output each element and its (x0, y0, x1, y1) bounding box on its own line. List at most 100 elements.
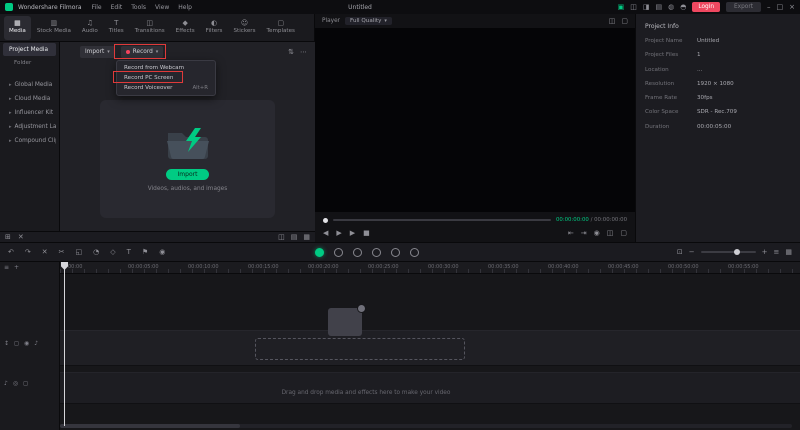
timeline-view-mode-icon[interactable]: ▦ (785, 248, 792, 256)
snapshot-icon[interactable]: ◉ (159, 248, 165, 256)
record-button[interactable]: Record ▾ (120, 46, 164, 58)
tab-transitions[interactable]: ◫ Transitions (130, 16, 170, 40)
new-folder-icon[interactable]: ⊞ (5, 233, 11, 241)
login-button[interactable]: Login (692, 2, 721, 12)
screen-recorder-icon[interactable]: ◨ (643, 3, 650, 11)
video-preview[interactable] (315, 28, 635, 212)
lock-track-icon[interactable]: ◻ (14, 340, 19, 347)
sidebar-item-global-media[interactable]: ▸ Global Media (3, 78, 56, 91)
more-options-icon[interactable]: ⋯ (300, 48, 307, 56)
tab-audio[interactable]: ♫ Audio (77, 16, 103, 40)
display-mode-icon[interactable]: ◫ (609, 17, 616, 25)
mute-audio-icon[interactable]: ♪ (4, 380, 8, 387)
tab-effects[interactable]: ◆ Effects (171, 16, 200, 40)
import-drop-area[interactable]: Import Videos, audios, and images (100, 100, 275, 218)
timeline-marker-icon[interactable] (391, 247, 401, 257)
import-area-button[interactable]: Import (165, 168, 210, 180)
close-button[interactable]: × (789, 3, 795, 11)
marker-icon[interactable]: ⚑ (142, 248, 148, 256)
lock-audio-icon[interactable]: ◻ (23, 380, 28, 387)
text-tool-icon[interactable]: T (127, 248, 131, 256)
tab-stock-media[interactable]: ▥ Stock Media (32, 16, 76, 40)
audio-mixer-icon[interactable] (410, 247, 420, 257)
tab-filters[interactable]: ◐ Filters (201, 16, 228, 40)
tab-media[interactable]: ▦ Media (4, 15, 31, 40)
playhead[interactable] (64, 262, 65, 426)
menu-view[interactable]: View (155, 4, 169, 11)
track-options-icon[interactable]: ≡ (774, 248, 780, 256)
next-frame-button[interactable]: ▶ (350, 230, 355, 237)
magnet-snap-icon[interactable] (334, 247, 344, 257)
fit-timeline-icon[interactable]: ⊡ (677, 248, 683, 256)
list-view-icon[interactable]: ▤ (291, 233, 298, 241)
seek-handle[interactable] (323, 217, 328, 223)
sidebar-item-compound-clip[interactable]: ▸ Compound Clip (3, 134, 56, 147)
track-menu-icon[interactable]: ≡ (4, 264, 9, 271)
keyframe-icon[interactable]: ◇ (110, 248, 115, 256)
sidebar-item-adjustment-layer[interactable]: ▸ Adjustment La... (3, 120, 56, 133)
hide-track-icon[interactable]: ◉ (24, 340, 29, 347)
undo-icon[interactable]: ↶ (8, 248, 14, 256)
auto-ripple-icon[interactable] (353, 247, 363, 257)
maximize-button[interactable]: □ (777, 3, 784, 11)
zoom-in-icon[interactable]: + (762, 248, 768, 256)
minimize-button[interactable]: – (767, 3, 771, 11)
timeline-keyframe-icon[interactable] (372, 247, 382, 257)
mark-in-icon[interactable]: ⇤ (568, 230, 574, 237)
track-height-icon[interactable]: ↕ (4, 340, 9, 347)
zoom-slider[interactable] (700, 249, 756, 255)
timeline-scrollbar-thumb[interactable] (60, 424, 240, 428)
sort-filter-icon[interactable]: ⇅ (288, 48, 294, 56)
add-track-icon[interactable]: + (14, 264, 19, 271)
mute-track-icon[interactable]: ♪ (34, 340, 38, 347)
snapshot-icon[interactable]: ◉ (594, 230, 600, 237)
pip-view-icon[interactable]: ◫ (607, 230, 614, 237)
delete-icon[interactable]: ✕ (18, 233, 24, 241)
tab-templates[interactable]: ▢ Templates (262, 16, 300, 40)
ruler-label: 00:00:25:00 (368, 264, 399, 270)
menu-item-record-from-webcam[interactable]: Record from Webcam (117, 63, 215, 73)
solo-audio-icon[interactable]: ◎ (13, 380, 18, 387)
keyboard-shortcut-icon[interactable]: ▤ (656, 3, 663, 11)
audio-track[interactable] (60, 372, 800, 404)
user-account-icon[interactable]: ◍ (668, 3, 674, 11)
menu-item-record-pc-screen[interactable]: Record PC Screen (117, 73, 215, 83)
import-button[interactable]: Import ▾ (80, 46, 115, 58)
grid-view-icon[interactable]: ▦ (303, 233, 310, 241)
previous-frame-button[interactable]: ◀ (323, 230, 328, 237)
speed-icon[interactable]: ◔ (93, 248, 99, 256)
record-voiceover-button[interactable] (315, 247, 325, 257)
menu-edit[interactable]: Edit (111, 4, 123, 11)
timeline-ruler[interactable]: 00:00 00:00:05:00 00:00:10:00 00:00:15:0… (60, 262, 800, 274)
menu-file[interactable]: File (92, 4, 102, 11)
export-button[interactable]: Export (726, 2, 761, 12)
sidebar-item-influencer-kit[interactable]: ▸ Influencer Kit (3, 106, 56, 119)
split-icon[interactable]: ✂ (59, 248, 65, 256)
redo-icon[interactable]: ↷ (25, 248, 31, 256)
gift-icon[interactable]: ▣ (618, 3, 625, 11)
play-button[interactable]: ▶ (336, 230, 341, 237)
stop-button[interactable]: ■ (363, 230, 370, 237)
mark-out-icon[interactable]: ⇥ (581, 230, 587, 237)
timeline-scrollbar[interactable] (60, 424, 792, 428)
menu-item-record-voiceover[interactable]: Record Voiceover Alt+R (117, 83, 215, 93)
tab-stickers[interactable]: ☺ Stickers (228, 16, 260, 40)
sidebar-item-project-media[interactable]: Project Media (3, 43, 56, 56)
sidebar-item-folder[interactable]: Folder (0, 57, 59, 69)
thumbnail-size-icon[interactable]: ◫ (278, 233, 285, 241)
tab-titles[interactable]: T Titles (104, 16, 129, 40)
menu-tools[interactable]: Tools (131, 4, 146, 11)
crop-icon[interactable]: ◱ (76, 248, 83, 256)
menu-help[interactable]: Help (178, 4, 192, 11)
notification-icon[interactable]: ◓ (680, 3, 686, 11)
zoom-out-icon[interactable]: − (689, 248, 695, 256)
zoom-slider-handle[interactable] (733, 249, 740, 255)
seek-track[interactable] (333, 219, 551, 221)
fullscreen-icon[interactable]: ▢ (620, 230, 627, 237)
timeline-drop-zone[interactable] (255, 338, 465, 360)
playback-quality-dropdown[interactable]: Full Quality ▾ (345, 17, 392, 25)
delete-icon[interactable]: ✕ (42, 248, 48, 256)
sidebar-item-cloud-media[interactable]: ▸ Cloud Media (3, 92, 56, 105)
layout-icon[interactable]: ◫ (630, 3, 637, 11)
detach-player-icon[interactable]: ▢ (621, 17, 628, 25)
